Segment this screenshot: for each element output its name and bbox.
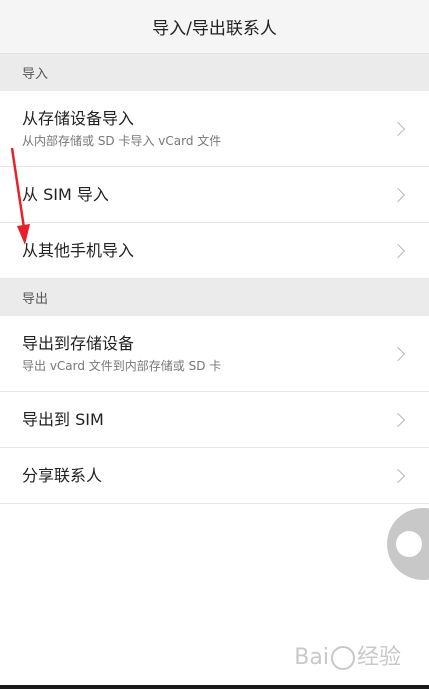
item-label: 导出到存储设备 bbox=[22, 333, 135, 353]
chevron-right-icon bbox=[390, 187, 406, 202]
item-label: 导出到 SIM bbox=[22, 409, 104, 429]
chevron-right-icon bbox=[390, 468, 406, 483]
paw-icon bbox=[330, 646, 355, 670]
watermark: Bai 经验 bbox=[294, 639, 401, 671]
share-contacts-item[interactable]: 分享联系人 bbox=[0, 448, 429, 504]
screen: 导入/导出联系人 导入 从存储设备导入 从内部存储或 SD 卡导入 vCard … bbox=[0, 0, 429, 689]
title-bar: 导入/导出联系人 bbox=[0, 0, 429, 54]
chevron-right-icon bbox=[390, 121, 406, 136]
bottom-bar bbox=[0, 685, 429, 689]
chevron-right-icon bbox=[390, 243, 406, 258]
export-to-sim-item[interactable]: 导出到 SIM bbox=[0, 392, 429, 448]
chevron-right-icon bbox=[390, 412, 406, 427]
chevron-right-icon bbox=[390, 346, 406, 361]
import-from-other-phone-item[interactable]: 从其他手机导入 bbox=[0, 223, 429, 279]
item-label: 分享联系人 bbox=[22, 465, 103, 485]
export-to-storage-item[interactable]: 导出到存储设备 导出 vCard 文件到内部存储或 SD 卡 bbox=[0, 316, 429, 392]
float-ball-center bbox=[396, 531, 422, 557]
item-sublabel: 从内部存储或 SD 卡导入 vCard 文件 bbox=[22, 133, 222, 148]
item-label: 从其他手机导入 bbox=[22, 240, 135, 260]
item-sublabel: 导出 vCard 文件到内部存储或 SD 卡 bbox=[22, 358, 222, 373]
item-label: 从存储设备导入 bbox=[22, 108, 135, 128]
watermark-text: Bai bbox=[294, 645, 329, 670]
import-from-sim-item[interactable]: 从 SIM 导入 bbox=[0, 167, 429, 223]
page-title: 导入/导出联系人 bbox=[152, 19, 277, 39]
floating-assistive-ball-icon[interactable] bbox=[387, 508, 429, 580]
item-label: 从 SIM 导入 bbox=[22, 184, 109, 204]
section-header-import: 导入 bbox=[0, 54, 429, 91]
section-header-export: 导出 bbox=[0, 279, 429, 316]
import-from-storage-item[interactable]: 从存储设备导入 从内部存储或 SD 卡导入 vCard 文件 bbox=[0, 91, 429, 167]
watermark-text2: 经验 bbox=[356, 645, 401, 670]
